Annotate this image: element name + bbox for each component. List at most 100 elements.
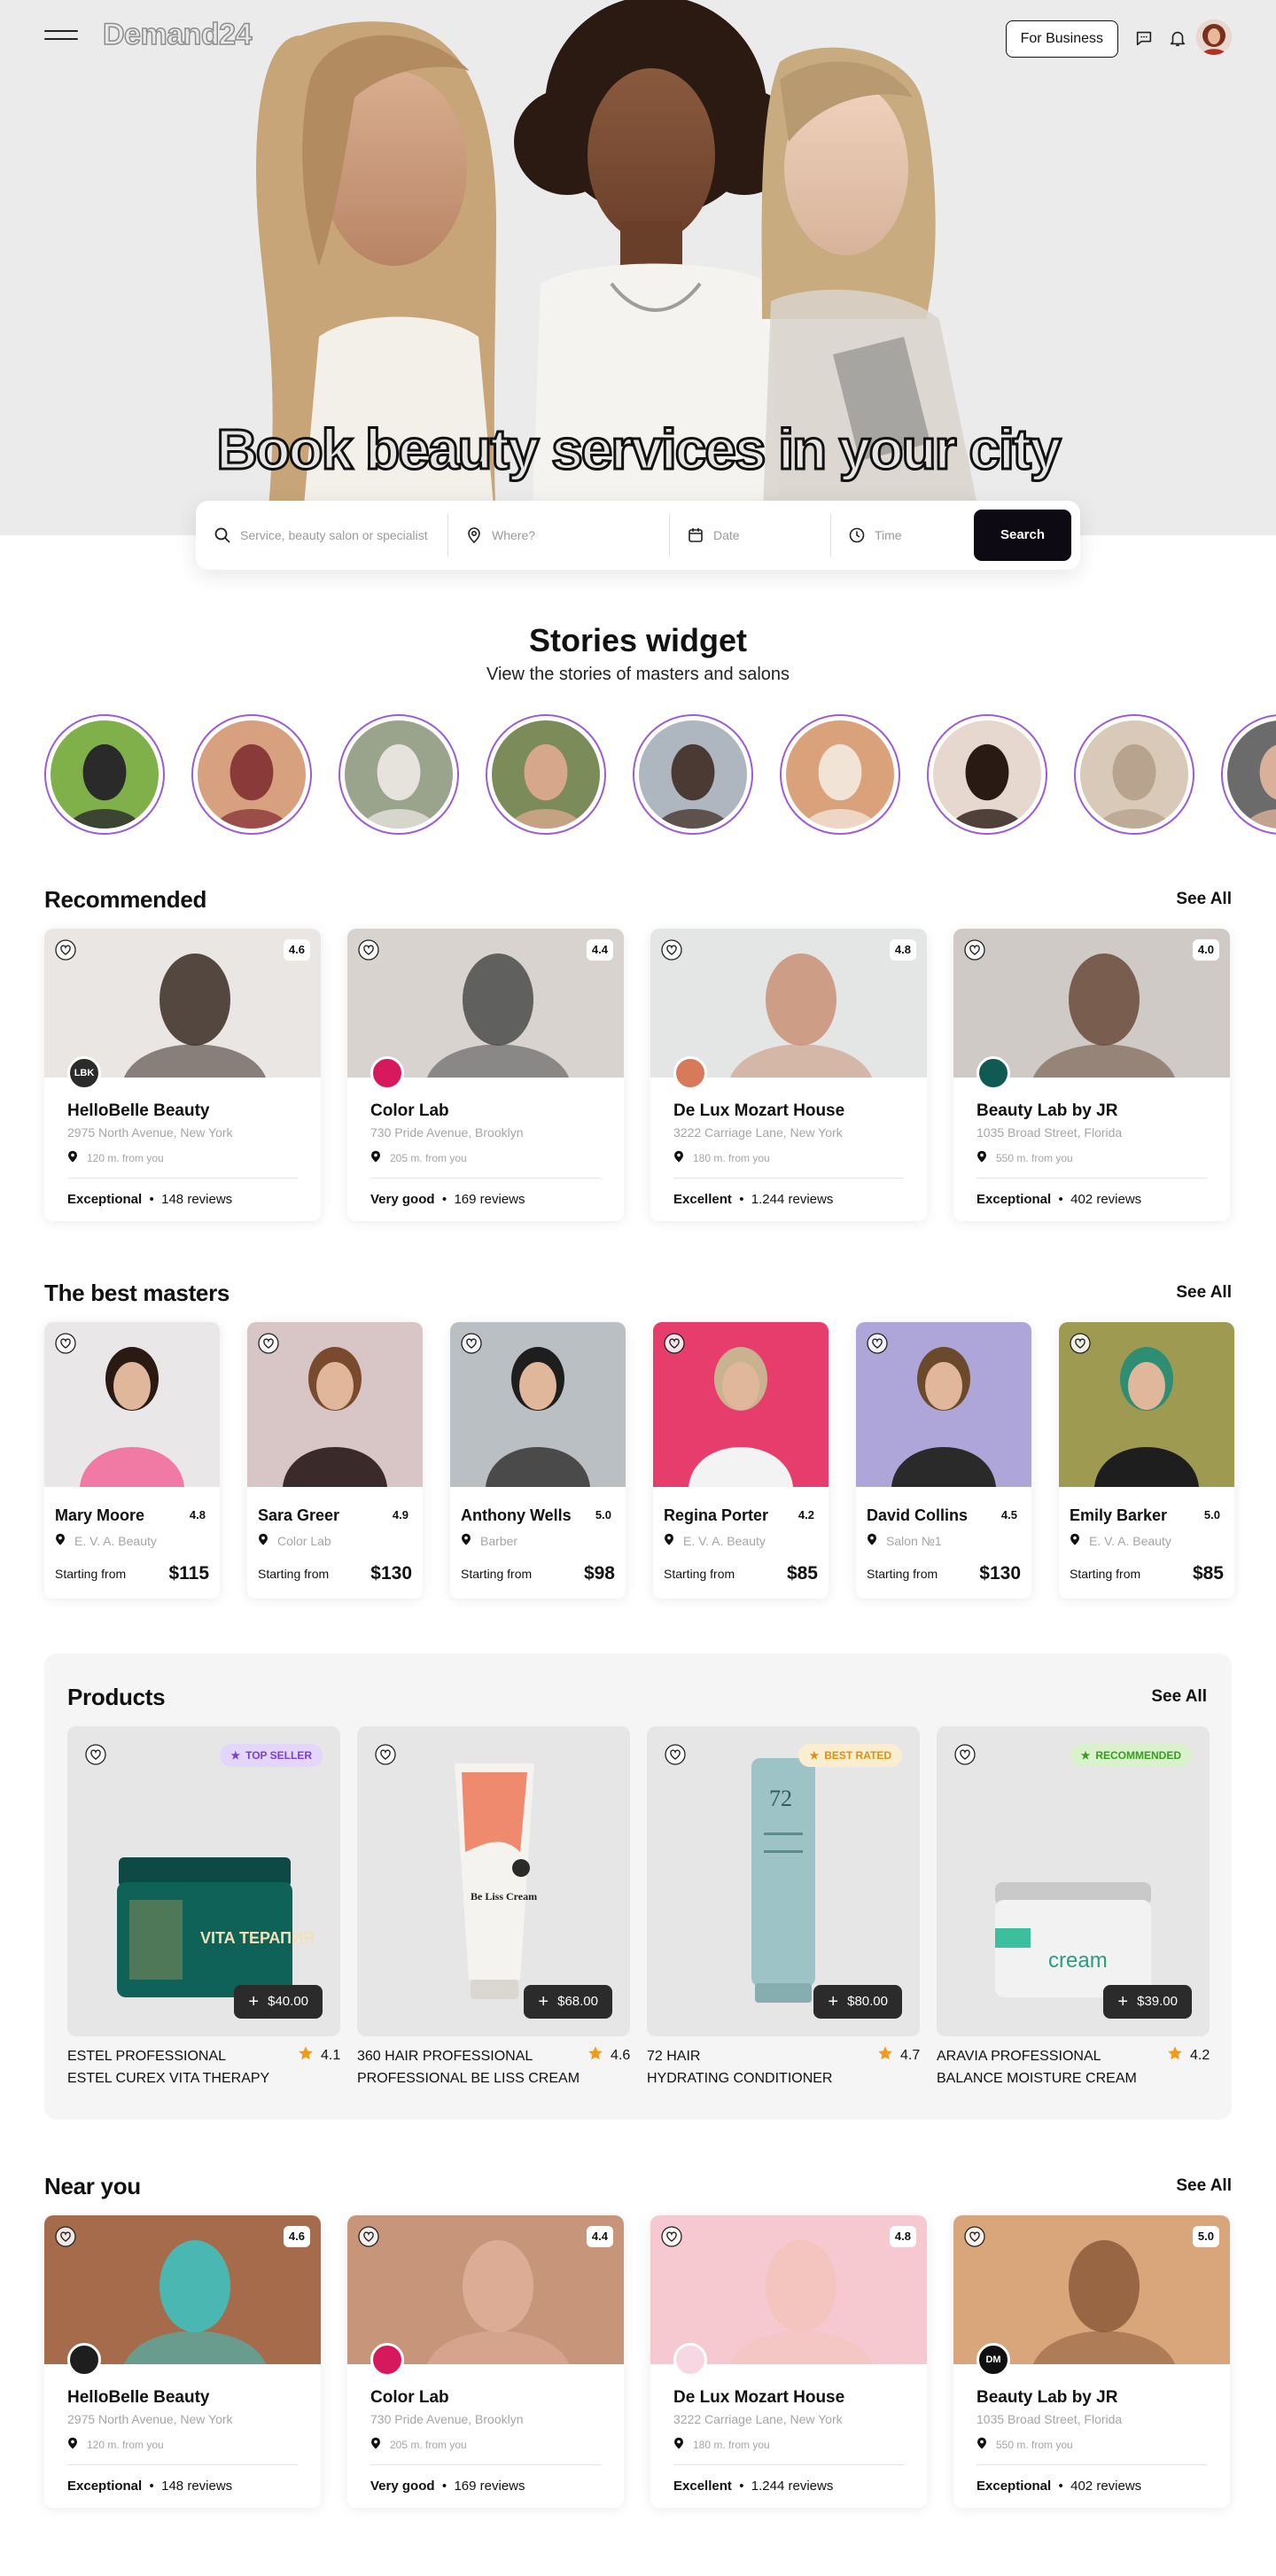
master-name[interactable]: Emily Barker (1070, 1506, 1167, 1525)
add-to-cart-button[interactable]: + $80.00 (813, 1985, 902, 2019)
salon-name[interactable]: HelloBelle Beauty (67, 2388, 210, 2408)
time-field[interactable]: Time (848, 517, 954, 554)
rating-word: Very good (370, 2479, 435, 2494)
favorite-heart-icon[interactable] (964, 2226, 985, 2247)
salon-name[interactable]: De Lux Mozart House (673, 2388, 844, 2408)
master-card[interactable]: Emily Barker 5.0 E. V. A. Beauty Starting f… (1059, 1322, 1234, 1599)
master-name[interactable]: David Collins (867, 1506, 968, 1525)
favorite-heart-icon[interactable] (85, 1744, 106, 1765)
salon-card[interactable]: 4.6 LBK HelloBelle Beauty 2975 North Avenue… (44, 929, 321, 1221)
review-count: 402 reviews (1070, 1192, 1142, 1207)
story-avatar[interactable] (44, 714, 165, 835)
salon-card[interactable]: 4.8 De Lux Mozart House 3222 Carriage Lane… (650, 2215, 927, 2508)
story-avatar[interactable] (633, 714, 753, 835)
favorite-heart-icon[interactable] (358, 2226, 379, 2247)
salon-card[interactable]: 4.0 Beauty Lab by JR 1035 Broad Street, Fl… (953, 929, 1230, 1221)
story-avatar[interactable] (780, 714, 900, 835)
favorite-heart-icon[interactable] (867, 1333, 888, 1354)
recommended-see-all-link[interactable]: See All (1176, 890, 1232, 909)
masters-see-all-link[interactable]: See All (1176, 1283, 1232, 1303)
product-name[interactable]: ARAVIA PROFESSIONAL BALANCE MOISTURE CREA… (937, 2045, 1176, 2090)
salon-card[interactable]: 4.4 Color Lab 730 Pride Avenue, Brooklyn 20… (347, 2215, 624, 2508)
story-avatar[interactable] (191, 714, 312, 835)
location-field[interactable]: Where? (465, 517, 642, 554)
favorite-heart-icon[interactable] (55, 1333, 76, 1354)
salon-name[interactable]: De Lux Mozart House (673, 1101, 844, 1121)
master-name[interactable]: Mary Moore (55, 1506, 144, 1525)
salon-name[interactable]: HelloBelle Beauty (67, 1101, 210, 1121)
salon-name[interactable]: Color Lab (370, 2388, 449, 2408)
product-tag: ★ TOP SELLER (220, 1744, 323, 1767)
story-avatar[interactable] (1221, 714, 1276, 835)
product-card[interactable]: Be Liss Cream + $68.00 (357, 1726, 630, 2036)
favorite-heart-icon[interactable] (55, 939, 76, 961)
story-avatar[interactable] (338, 714, 459, 835)
favorite-heart-icon[interactable] (964, 939, 985, 961)
salon-card[interactable]: 4.4 Color Lab 730 Pride Avenue, Brooklyn 20… (347, 929, 624, 1221)
master-card[interactable]: Anthony Wells 5.0 Barber Starting from $98 (450, 1322, 626, 1599)
favorite-heart-icon[interactable] (1070, 1333, 1091, 1354)
salon-photo (347, 929, 624, 1078)
story-avatar[interactable] (486, 714, 606, 835)
review-summary: Exceptional • 402 reviews (976, 1192, 1142, 1207)
favorite-heart-icon[interactable] (358, 939, 379, 961)
master-card[interactable]: Sara Greer 4.9 Color Lab Starting from $130 (247, 1322, 423, 1599)
product-name[interactable]: 72 HAIR HYDRATING CONDITIONER (647, 2045, 886, 2090)
master-name[interactable]: Regina Porter (664, 1506, 768, 1525)
product-card[interactable]: VITA ТЕРАПИЯ ★ TOP SELLER + $40.00 (67, 1726, 340, 2036)
divider (976, 2464, 1207, 2465)
product-card[interactable]: cream ★ RECOMMENDED + $39.00 (937, 1726, 1210, 2036)
divider (370, 1178, 601, 1179)
hamburger-menu-icon[interactable] (44, 30, 78, 46)
products-see-all-link[interactable]: See All (1151, 1687, 1207, 1707)
favorite-heart-icon[interactable] (665, 1744, 686, 1765)
salon-name[interactable]: Color Lab (370, 1101, 449, 1121)
favorite-heart-icon[interactable] (664, 1333, 685, 1354)
add-to-cart-button[interactable]: + $40.00 (234, 1985, 323, 2019)
star-icon (877, 2045, 893, 2066)
salon-card[interactable]: 4.6 HelloBelle Beauty 2975 North Avenue, N… (44, 2215, 321, 2508)
master-card[interactable]: Mary Moore 4.8 E. V. A. Beauty Starting fro… (44, 1322, 220, 1599)
user-avatar[interactable] (1196, 19, 1232, 55)
service-search-placeholder: Service, beauty salon or specialist (240, 528, 428, 542)
bell-icon[interactable] (1168, 28, 1187, 48)
salon-photo (953, 2215, 1230, 2364)
date-field[interactable]: Date (687, 517, 829, 554)
master-card[interactable]: David Collins 4.5 Salon №1 Starting from $13… (856, 1322, 1031, 1599)
master-name[interactable]: Sara Greer (258, 1506, 339, 1525)
story-avatar[interactable] (1074, 714, 1194, 835)
master-name[interactable]: Anthony Wells (461, 1506, 572, 1525)
favorite-heart-icon[interactable] (954, 1744, 976, 1765)
product-card[interactable]: 72 ★ BEST RATED + $80.00 (647, 1726, 920, 2036)
masters-title: The best masters (44, 1280, 230, 1306)
favorite-heart-icon[interactable] (375, 1744, 396, 1765)
favorite-heart-icon[interactable] (461, 1333, 482, 1354)
add-to-cart-button[interactable]: + $68.00 (524, 1985, 612, 2019)
salon-name[interactable]: Beauty Lab by JR (976, 2388, 1117, 2408)
favorite-heart-icon[interactable] (661, 939, 682, 961)
add-to-cart-button[interactable]: + $39.00 (1103, 1985, 1192, 2019)
service-search-field[interactable]: Service, beauty salon or specialist (214, 517, 444, 554)
review-summary: Exceptional • 148 reviews (67, 2479, 233, 2494)
product-name[interactable]: ESTEL PROFESSIONAL ESTEL CUREX VITA THERA… (67, 2045, 307, 2090)
product-tag: ★ BEST RATED (798, 1744, 902, 1767)
story-avatar[interactable] (927, 714, 1047, 835)
favorite-heart-icon[interactable] (661, 2226, 682, 2247)
favorite-heart-icon[interactable] (55, 2226, 76, 2247)
salon-name[interactable]: Beauty Lab by JR (976, 1101, 1117, 1121)
master-rating: 4.9 (392, 1508, 408, 1521)
brand-logo[interactable]: Demand24 (102, 17, 253, 52)
salon-card[interactable]: 4.8 De Lux Mozart House 3222 Carriage Lane… (650, 929, 927, 1221)
search-button[interactable]: Search (974, 510, 1071, 561)
for-business-button[interactable]: For Business (1005, 20, 1118, 58)
rating-word: Exceptional (67, 2479, 143, 2494)
master-card[interactable]: Regina Porter 4.2 E. V. A. Beauty Starting … (653, 1322, 829, 1599)
divider (370, 2464, 601, 2465)
chat-icon[interactable] (1134, 28, 1154, 48)
product-name[interactable]: 360 HAIR PROFESSIONAL PROFESSIONAL BE LIS… (357, 2045, 596, 2090)
salon-card[interactable]: 5.0 DM Beauty Lab by JR 1035 Broad Street, … (953, 2215, 1230, 2508)
near-you-see-all-link[interactable]: See All (1176, 2176, 1232, 2196)
distance-text: 205 m. from you (390, 2438, 467, 2451)
favorite-heart-icon[interactable] (258, 1333, 279, 1354)
clock-icon (849, 527, 865, 543)
